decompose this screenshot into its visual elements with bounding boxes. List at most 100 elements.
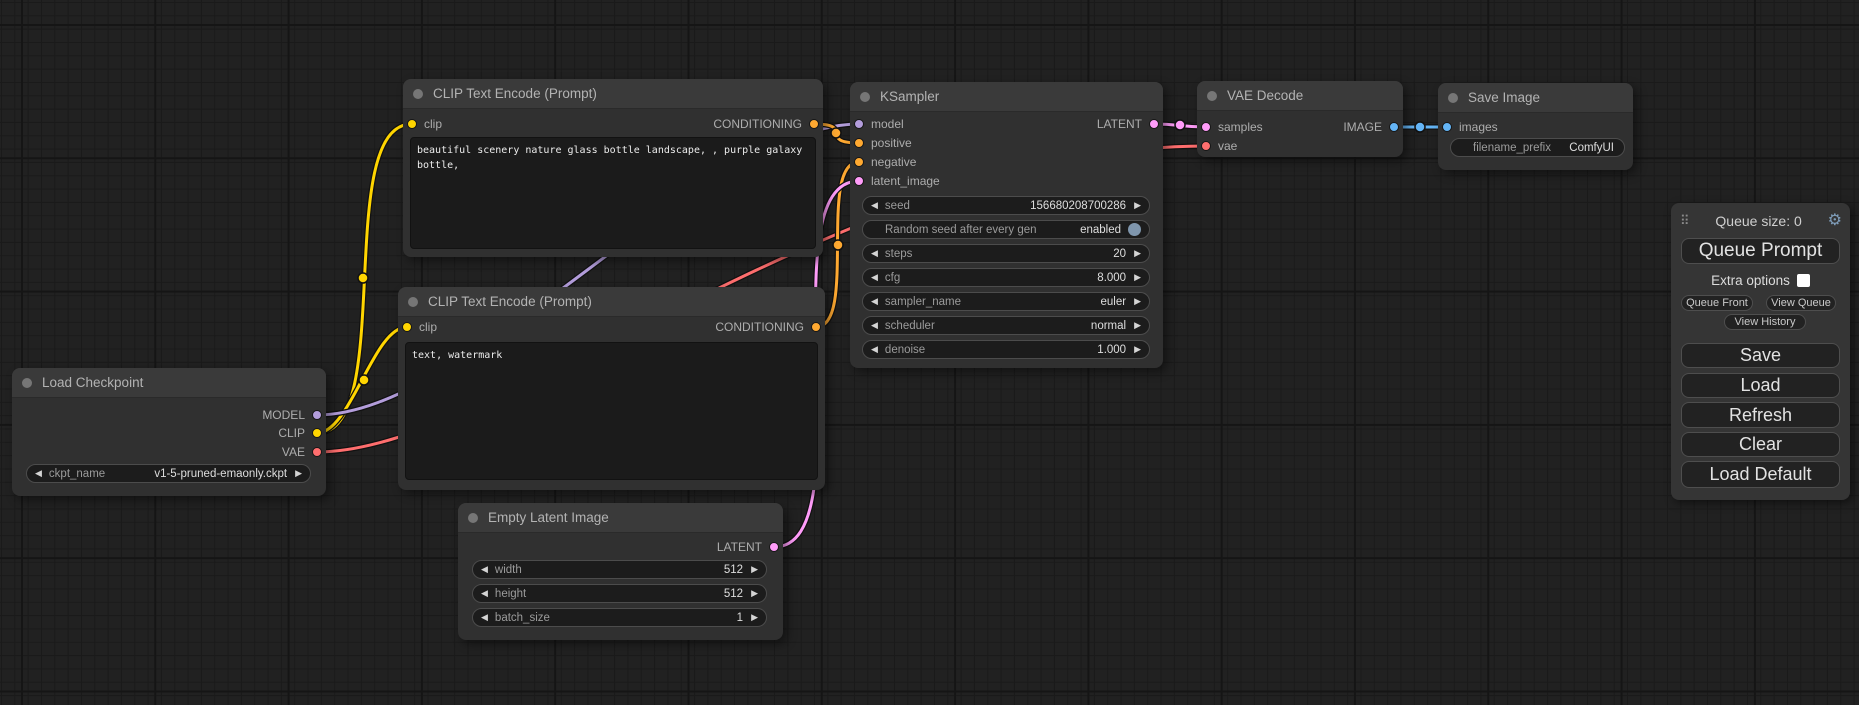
output-slot-conditioning[interactable]: CONDITIONING [715,318,821,336]
comfyui-graph-canvas[interactable]: { "colors": { "model": "#B39DDB", "clip"… [0,0,1859,705]
load-button[interactable]: Load [1681,373,1840,398]
widget-width[interactable]: ◀ width 512 ▶ [472,560,767,579]
input-slot-negative[interactable]: negative [854,153,916,171]
conditioning-output-dot[interactable] [809,119,819,129]
image-output-dot[interactable] [1389,122,1399,132]
node-save-image[interactable]: Save Image images filename_prefix ComfyU… [1438,83,1633,170]
model-output-dot[interactable] [312,410,322,420]
widget-denoise[interactable]: ◀ denoise 1.000 ▶ [862,340,1150,359]
decrement-arrow-icon[interactable]: ◀ [871,201,878,210]
toggle-knob[interactable] [1128,223,1141,236]
output-slot-conditioning[interactable]: CONDITIONING [713,115,819,133]
decrement-arrow-icon[interactable]: ◀ [871,249,878,258]
node-load-checkpoint[interactable]: Load Checkpoint MODEL CLIP VAE ◀ ckpt_na… [12,368,326,496]
node-vae-decode[interactable]: VAE Decode samples vae IMAGE [1197,81,1403,157]
node-collapse-dot[interactable] [468,513,478,523]
input-slot-samples[interactable]: samples [1201,118,1263,136]
increment-arrow-icon[interactable]: ▶ [1134,201,1141,210]
node-title-bar[interactable]: KSampler [850,82,1163,112]
increment-arrow-icon[interactable]: ▶ [1134,297,1141,306]
images-input-dot[interactable] [1442,122,1452,132]
input-slot-model[interactable]: model [854,115,904,133]
widget-scheduler[interactable]: ◀ scheduler normal ▶ [862,316,1150,335]
node-collapse-dot[interactable] [1207,91,1217,101]
widget-random-seed-toggle[interactable]: Random seed after every gen enabled [862,220,1150,239]
increment-arrow-icon[interactable]: ▶ [1134,321,1141,330]
output-slot-latent[interactable]: LATENT [717,538,779,556]
increment-arrow-icon[interactable]: ▶ [295,469,302,478]
output-slot-latent[interactable]: LATENT [1097,115,1159,133]
node-collapse-dot[interactable] [22,378,32,388]
positive-input-dot[interactable] [854,138,864,148]
decrement-arrow-icon[interactable]: ◀ [871,297,878,306]
node-empty-latent-image[interactable]: Empty Latent Image LATENT ◀ width 512 ▶ … [458,503,783,640]
node-title-bar[interactable]: CLIP Text Encode (Prompt) [403,79,823,109]
node-clip-text-encode-negative[interactable]: CLIP Text Encode (Prompt) clip CONDITION… [398,287,825,490]
model-input-dot[interactable] [854,119,864,129]
queue-prompt-button[interactable]: Queue Prompt [1681,238,1840,264]
increment-arrow-icon[interactable]: ▶ [1134,273,1141,282]
input-slot-images[interactable]: images [1442,118,1498,136]
positive-prompt-textarea[interactable]: beautiful scenery nature glass bottle la… [410,137,816,249]
widget-ckpt-name[interactable]: ◀ ckpt_name v1-5-pruned-emaonly.ckpt ▶ [26,464,311,483]
widget-seed[interactable]: ◀ seed 156680208700286 ▶ [862,196,1150,215]
node-clip-text-encode-positive[interactable]: CLIP Text Encode (Prompt) clip CONDITION… [403,79,823,257]
clip-output-dot[interactable] [312,428,322,438]
node-title-bar[interactable]: VAE Decode [1197,81,1403,111]
settings-gear-icon[interactable]: ⚙ [1828,213,1842,229]
clip-input-dot[interactable] [407,119,417,129]
node-collapse-dot[interactable] [1448,93,1458,103]
refresh-button[interactable]: Refresh [1681,402,1840,428]
input-slot-vae[interactable]: vae [1201,137,1237,155]
node-title-bar[interactable]: CLIP Text Encode (Prompt) [398,287,825,317]
increment-arrow-icon[interactable]: ▶ [751,589,758,598]
input-slot-clip[interactable]: clip [402,318,437,336]
widget-filename-prefix[interactable]: filename_prefix ComfyUI [1450,138,1625,157]
decrement-arrow-icon[interactable]: ◀ [481,613,488,622]
decrement-arrow-icon[interactable]: ◀ [481,589,488,598]
decrement-arrow-icon[interactable]: ◀ [871,345,878,354]
widget-cfg[interactable]: ◀ cfg 8.000 ▶ [862,268,1150,287]
conditioning-output-dot[interactable] [811,322,821,332]
widget-steps[interactable]: ◀ steps 20 ▶ [862,244,1150,263]
decrement-arrow-icon[interactable]: ◀ [35,469,42,478]
node-title-bar[interactable]: Save Image [1438,83,1633,113]
increment-arrow-icon[interactable]: ▶ [751,613,758,622]
increment-arrow-icon[interactable]: ▶ [1134,249,1141,258]
decrement-arrow-icon[interactable]: ◀ [871,321,878,330]
negative-input-dot[interactable] [854,157,864,167]
widget-batch-size[interactable]: ◀ batch_size 1 ▶ [472,608,767,627]
vae-input-dot[interactable] [1201,141,1211,151]
input-slot-latent-image[interactable]: latent_image [854,172,940,190]
node-collapse-dot[interactable] [413,89,423,99]
increment-arrow-icon[interactable]: ▶ [1134,345,1141,354]
node-collapse-dot[interactable] [408,297,418,307]
queue-front-button[interactable]: Queue Front [1681,295,1753,311]
view-queue-button[interactable]: View Queue [1766,295,1836,311]
samples-input-dot[interactable] [1201,122,1211,132]
decrement-arrow-icon[interactable]: ◀ [871,273,878,282]
clip-input-dot[interactable] [402,322,412,332]
decrement-arrow-icon[interactable]: ◀ [481,565,488,574]
extra-options-checkbox[interactable] [1797,274,1810,287]
increment-arrow-icon[interactable]: ▶ [751,565,758,574]
drag-handle-icon[interactable]: ⠿ [1680,213,1690,229]
clear-button[interactable]: Clear [1681,432,1840,457]
input-slot-positive[interactable]: positive [854,134,912,152]
view-history-button[interactable]: View History [1724,314,1806,330]
node-title-bar[interactable]: Empty Latent Image [458,503,783,533]
widget-sampler-name[interactable]: ◀ sampler_name euler ▶ [862,292,1150,311]
node-collapse-dot[interactable] [860,92,870,102]
output-slot-image[interactable]: IMAGE [1343,118,1399,136]
output-slot-clip[interactable]: CLIP [278,424,322,442]
latent-output-dot[interactable] [769,542,779,552]
node-ksampler[interactable]: KSampler model positive negative latent_… [850,82,1163,368]
output-slot-model[interactable]: MODEL [262,406,322,424]
latent-output-dot[interactable] [1149,119,1159,129]
negative-prompt-textarea[interactable]: text, watermark [405,342,818,480]
output-slot-vae[interactable]: VAE [282,443,322,461]
widget-height[interactable]: ◀ height 512 ▶ [472,584,767,603]
save-button[interactable]: Save [1681,343,1840,368]
vae-output-dot[interactable] [312,447,322,457]
input-slot-clip[interactable]: clip [407,115,442,133]
